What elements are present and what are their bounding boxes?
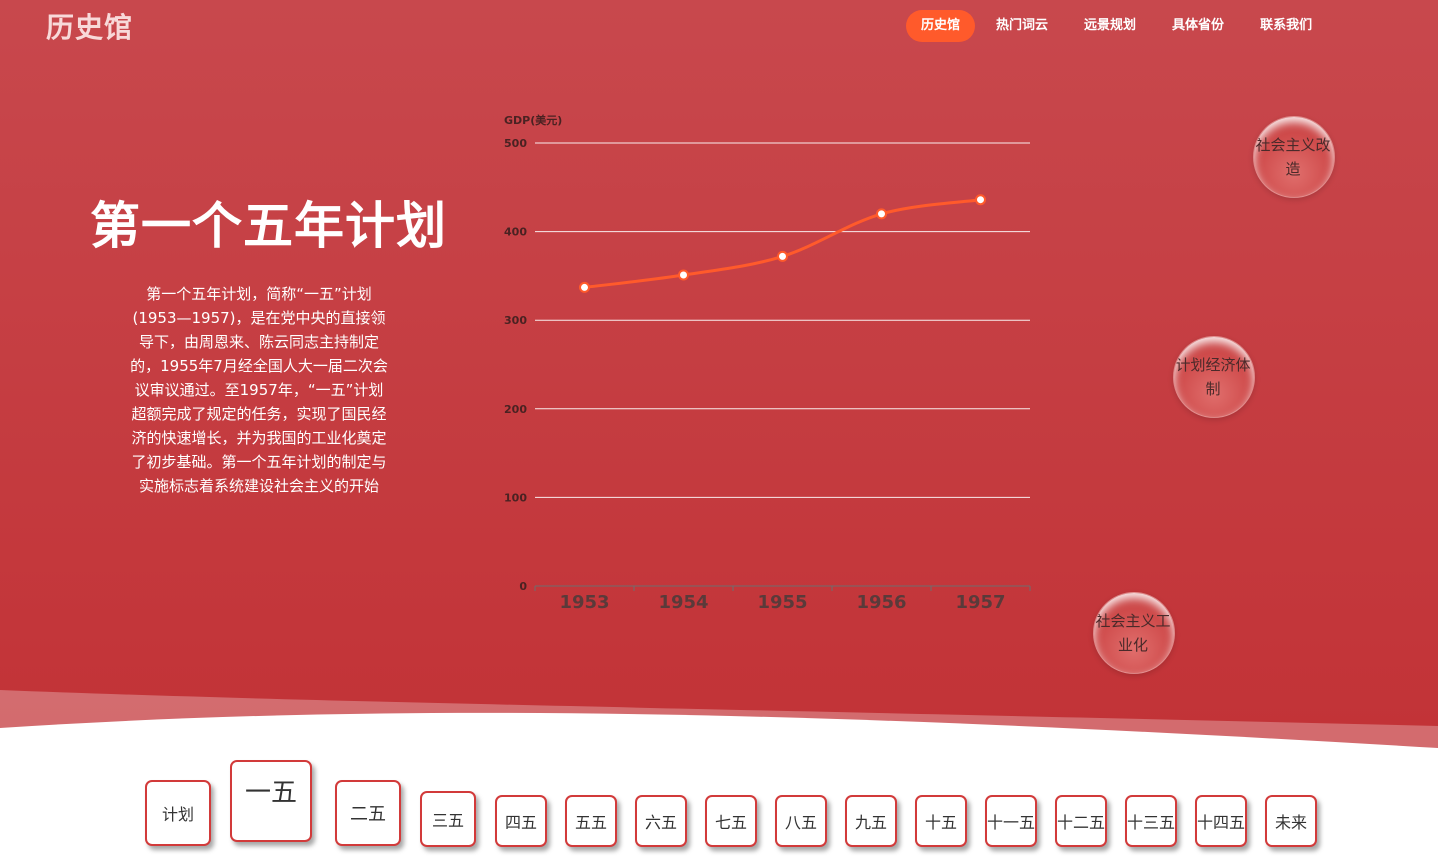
plan-button-5th[interactable]: 五五: [565, 795, 617, 847]
gdp-data-point: [777, 250, 788, 262]
nav-item-history[interactable]: 历史馆: [906, 10, 976, 42]
hero-wave: [0, 690, 1438, 760]
plan-button-8th[interactable]: 八五: [775, 795, 827, 847]
plan-description: 第一个五年计划，简称“一五”计划(1953—1957)，是在党中央的直接领导下，…: [130, 285, 388, 495]
site-logo[interactable]: 历史馆: [46, 6, 133, 46]
gdp-data-point: [975, 194, 986, 206]
plan-button-9th[interactable]: 九五: [845, 795, 897, 847]
x-tick-label: 1956: [856, 592, 906, 613]
x-tick-label: 1954: [658, 592, 708, 613]
nav-item-vision[interactable]: 远景规划: [1069, 10, 1151, 42]
gdp-data-point: [876, 208, 887, 220]
page-title: 第一个五年计划: [90, 197, 447, 255]
bubble-socialist-transformation[interactable]: 社会主义改造: [1253, 116, 1335, 198]
plan-button-4th[interactable]: 四五: [495, 795, 547, 847]
plan-button-6th[interactable]: 六五: [635, 795, 687, 847]
plan-button-7th[interactable]: 七五: [705, 795, 757, 847]
nav-item-word-cloud[interactable]: 热门词云: [981, 10, 1063, 42]
plan-button-12th[interactable]: 十二五: [1055, 795, 1107, 847]
plan-button-13th[interactable]: 十三五: [1125, 795, 1177, 847]
y-tick-label: 200: [504, 403, 527, 416]
bubble-label: 社会主义工业化: [1095, 612, 1171, 654]
bubble-socialist-industrialization[interactable]: 社会主义工业化: [1093, 592, 1175, 674]
plan-button-10th[interactable]: 十五: [915, 795, 967, 847]
nav-item-provinces[interactable]: 具体省份: [1157, 10, 1239, 42]
plan-button-3rd[interactable]: 三五: [420, 791, 476, 847]
bubble-label: 计划经济体制: [1175, 356, 1251, 398]
gdp-data-point: [678, 269, 689, 281]
top-nav: 历史馆 热门词云 远景规划 具体省份 联系我们: [906, 10, 1333, 42]
nav-item-contact[interactable]: 联系我们: [1245, 10, 1327, 42]
gdp-series-line: [584, 198, 981, 289]
y-tick-label: 400: [504, 226, 527, 239]
bubble-label: 社会主义改造: [1255, 136, 1331, 178]
plan-button-intro[interactable]: 计划: [145, 780, 211, 846]
plan-button-future[interactable]: 未来: [1265, 795, 1317, 847]
plan-button-11th[interactable]: 十一五: [985, 795, 1037, 847]
x-tick-label: 1953: [559, 592, 609, 613]
plan-button-2nd[interactable]: 二五: [335, 780, 401, 846]
plan-button-1st[interactable]: 一五: [230, 760, 312, 842]
y-tick-label: 0: [519, 580, 527, 593]
y-tick-label: 300: [504, 314, 527, 327]
gdp-data-point: [579, 281, 590, 293]
y-tick-label: 100: [504, 491, 527, 504]
x-tick-label: 1955: [757, 592, 807, 613]
y-tick-label: 500: [504, 137, 527, 150]
y-axis-label: GDP(美元): [504, 113, 562, 127]
bubble-planned-economy[interactable]: 计划经济体制: [1173, 336, 1255, 418]
x-tick-label: 1957: [955, 592, 1005, 613]
plan-button-14th[interactable]: 十四五: [1195, 795, 1247, 847]
gdp-line-chart: GDP(美元) 0 100 200 300 400 500 1953 1954 1955 1956 1…: [504, 113, 1031, 613]
hero-section: 历史馆 历史馆 热门词云 远景规划 具体省份 联系我们 第一个五年计划 第一个五…: [0, 0, 1438, 760]
